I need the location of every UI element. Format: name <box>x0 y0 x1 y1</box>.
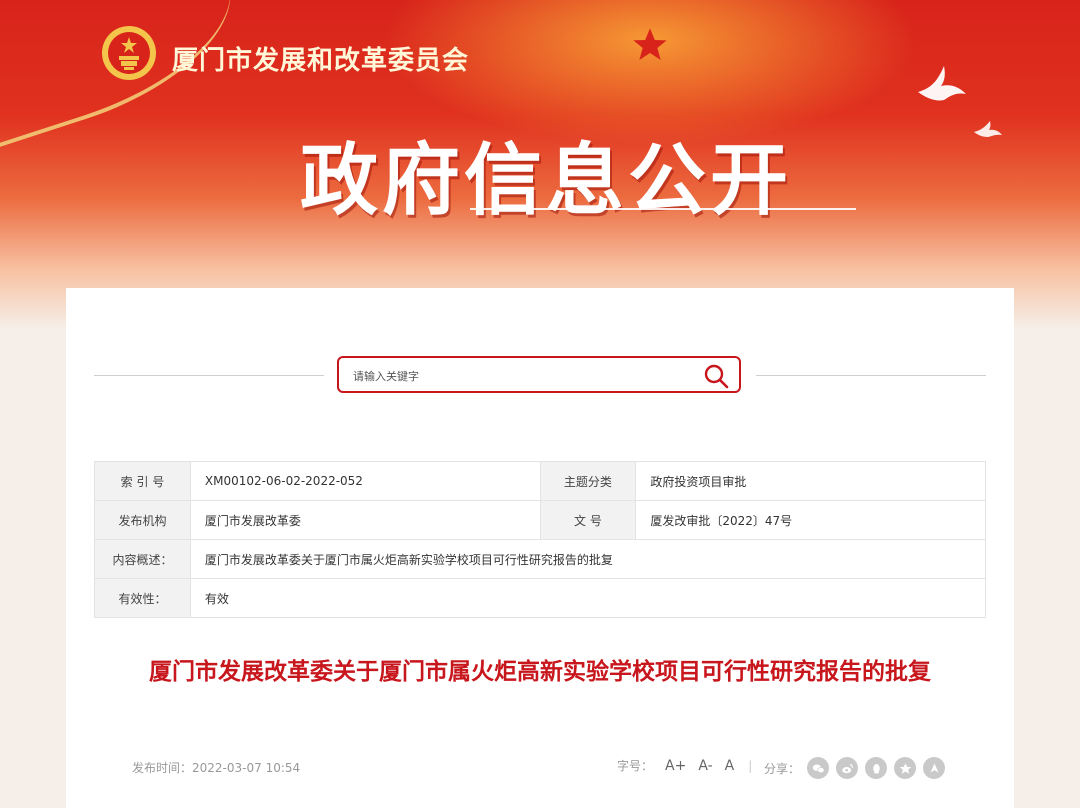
font-size-label: 字号： <box>617 759 654 773</box>
publish-time-label: 发布时间： <box>132 761 193 775</box>
search-divider-right <box>756 375 986 376</box>
document-number-label: 文 号 <box>539 500 637 540</box>
font-default-button[interactable]: A <box>725 758 735 774</box>
table-row: 内容概述： 厦门市发展改革委关于厦门市属火炬高新实验学校项目可行性研究报告的批复 <box>94 539 987 579</box>
other-share-icon[interactable] <box>923 757 946 779</box>
font-larger-button[interactable]: A+ <box>665 758 686 774</box>
section-title: 政府信息公开 <box>300 136 793 226</box>
font-size-controls: 字号： A+ A- A | <box>617 757 752 774</box>
search-input[interactable] <box>351 365 695 387</box>
publish-time-value: 2022-03-07 10:54 <box>192 761 301 775</box>
search-divider-left <box>94 375 324 376</box>
national-emblem-icon <box>100 24 158 82</box>
table-row: 发布机构 厦门市发展改革委 文 号 厦发改审批〔2022〕47号 <box>94 500 986 540</box>
search-box <box>337 356 741 393</box>
qq-icon[interactable] <box>865 757 888 779</box>
divider: | <box>748 758 753 773</box>
summary-value: 厦门市发展改革委关于厦门市属火炬高新实验学校项目可行性研究报告的批复 <box>189 539 987 579</box>
topic-category-label: 主题分类 <box>539 461 637 501</box>
search-icon[interactable] <box>703 363 729 389</box>
index-number-label: 索 引 号 <box>94 461 191 501</box>
table-row: 有效性： 有效 <box>94 578 987 618</box>
banner-star-icon <box>560 0 740 90</box>
header-banner: 厦门市发展和改革委员会 政府信息公开 <box>0 0 1080 330</box>
dove-icon <box>918 66 966 101</box>
validity-value: 有效 <box>189 578 987 618</box>
dove-small-icon <box>974 121 1002 137</box>
wechat-icon[interactable] <box>807 757 830 779</box>
index-number-value: XM00102-06-02-2022-052 <box>189 461 541 501</box>
font-smaller-button[interactable]: A- <box>698 758 712 774</box>
document-number-value: 厦发改审批〔2022〕47号 <box>635 500 986 540</box>
share-controls: 分享： <box>764 757 946 779</box>
publisher-label: 发布机构 <box>94 500 191 540</box>
weibo-icon[interactable] <box>836 757 859 779</box>
article-title: 厦门市发展改革委关于厦门市属火炬高新实验学校项目可行性研究报告的批复 <box>149 659 931 685</box>
table-row: 索 引 号 XM00102-06-02-2022-052 主题分类 政府投资项目… <box>94 461 986 501</box>
validity-label: 有效性： <box>94 578 191 618</box>
publisher-value: 厦门市发展改革委 <box>189 500 541 540</box>
title-underline <box>470 208 856 210</box>
content-panel: 索 引 号 XM00102-06-02-2022-052 主题分类 政府投资项目… <box>66 288 1014 808</box>
summary-label: 内容概述： <box>94 539 191 579</box>
qzone-icon[interactable] <box>894 757 917 779</box>
topic-category-value: 政府投资项目审批 <box>635 461 986 501</box>
org-name[interactable]: 厦门市发展和改革委员会 <box>172 40 469 77</box>
publish-info: 发布时间：2022-03-07 10:54 <box>132 759 300 776</box>
document-meta-table: 索 引 号 XM00102-06-02-2022-052 主题分类 政府投资项目… <box>94 461 987 618</box>
share-label: 分享： <box>764 761 801 776</box>
